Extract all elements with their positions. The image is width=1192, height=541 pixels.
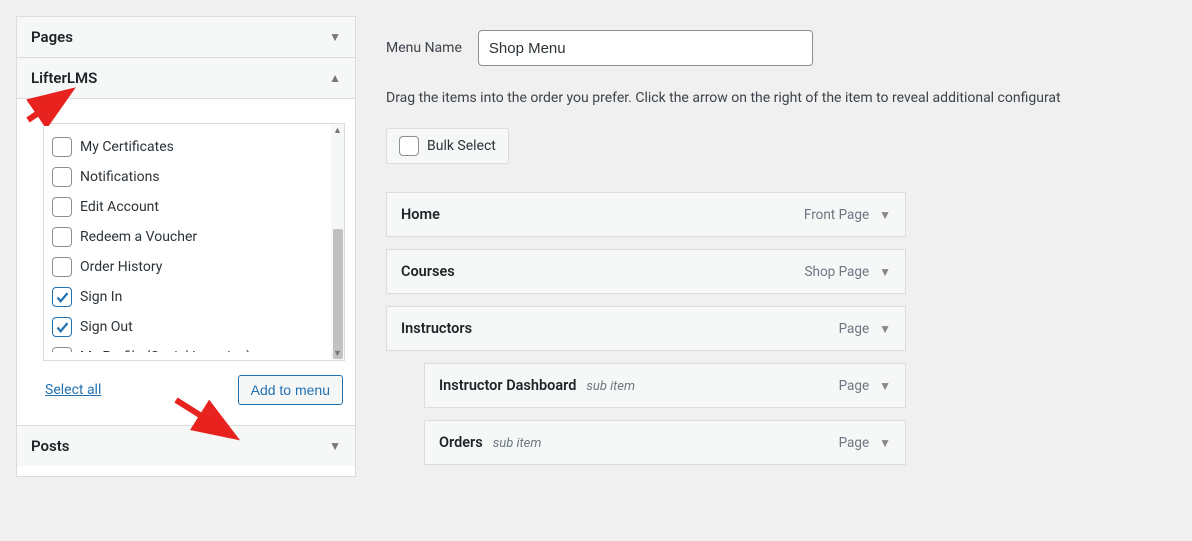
caret-down-icon: ▼ [329, 439, 341, 453]
menu-items-list: HomeFront Page▼CoursesShop Page▼Instruct… [386, 192, 906, 465]
sub-item-label: sub item [493, 436, 542, 451]
lifterlms-items-list: My Certificates Notifications Edit Account… [43, 123, 345, 361]
menu-item-title: Home [401, 206, 440, 223]
menu-item-type: Page [839, 435, 870, 451]
bulk-select-toggle[interactable]: Bulk Select [386, 128, 509, 164]
list-item[interactable]: My Certificates [52, 132, 342, 162]
scroll-up-arrow-icon[interactable]: ▲ [331, 125, 344, 136]
menu-item-title: Courses [401, 263, 455, 280]
menu-item[interactable]: Courses Shop Page ▼ [386, 249, 906, 294]
caret-down-icon: ▼ [329, 30, 341, 44]
list-item[interactable]: Order History [52, 252, 342, 282]
checkbox[interactable] [52, 137, 72, 157]
caret-down-icon[interactable]: ▼ [879, 322, 891, 336]
list-item[interactable]: Notifications [52, 162, 342, 192]
bulk-select-label: Bulk Select [427, 138, 496, 154]
list-item-label: My Profile (Social Learning) [80, 349, 251, 352]
scrollbar-thumb[interactable] [333, 229, 343, 359]
scroll-down-arrow-icon[interactable]: ▼ [331, 348, 344, 359]
caret-up-icon: ▲ [329, 71, 341, 85]
caret-down-icon[interactable]: ▼ [879, 379, 891, 393]
list-item-label: My Certificates [80, 139, 174, 155]
list-item[interactable]: Sign In [52, 282, 342, 312]
checkbox[interactable] [52, 167, 72, 187]
menu-item[interactable]: Instructors Page ▼ [386, 306, 906, 351]
checkbox[interactable] [52, 227, 72, 247]
checkbox[interactable] [52, 347, 72, 352]
panel-pages-title: Pages [31, 28, 73, 46]
add-to-menu-button[interactable]: Add to menu [238, 375, 343, 405]
menu-name-input[interactable] [478, 30, 813, 66]
list-item-label: Sign Out [80, 319, 133, 335]
checkbox[interactable] [52, 317, 72, 337]
menu-item-type: Shop Page [805, 264, 870, 280]
scrollbar[interactable]: ▲ ▼ [331, 124, 344, 360]
menu-item-type: Page [839, 378, 870, 394]
menu-item-title: Instructor Dashboard [439, 377, 576, 394]
checkbox[interactable] [52, 257, 72, 277]
menu-item[interactable]: Home Front Page ▼ [386, 192, 906, 237]
menu-item[interactable]: Orders sub item Page ▼ [424, 420, 906, 465]
menu-item-title: Orders [439, 434, 483, 451]
panel-pages-header[interactable]: Pages ▼ [17, 17, 355, 58]
menu-item[interactable]: Instructor Dashboard sub item Page ▼ [424, 363, 906, 408]
caret-down-icon[interactable]: ▼ [879, 265, 891, 279]
list-item-label: Notifications [80, 169, 160, 185]
checkbox[interactable] [52, 287, 72, 307]
sub-item-label: sub item [586, 379, 635, 394]
caret-down-icon[interactable]: ▼ [879, 208, 891, 222]
menu-item-title: Instructors [401, 320, 472, 337]
menu-instructions-text: Drag the items into the order you prefer… [386, 90, 1192, 106]
menu-source-sidebar: Pages ▼ LifterLMS ▲ My Certificates Notif… [16, 16, 356, 477]
panel-lifterlms-header[interactable]: LifterLMS ▲ [17, 58, 355, 99]
menu-item-type: Page [839, 321, 870, 337]
panel-posts-header[interactable]: Posts ▼ [17, 425, 355, 466]
select-all-link[interactable]: Select all [45, 382, 101, 398]
list-item-label: Redeem a Voucher [80, 229, 197, 245]
list-item[interactable]: Redeem a Voucher [52, 222, 342, 252]
caret-down-icon[interactable]: ▼ [879, 436, 891, 450]
panel-lifterlms-body: My Certificates Notifications Edit Account… [17, 123, 355, 425]
menu-item-type: Front Page [804, 207, 869, 223]
list-item-label: Sign In [80, 289, 122, 305]
list-item[interactable]: Edit Account [52, 192, 342, 222]
list-item[interactable]: Sign Out [52, 312, 342, 342]
checkbox[interactable] [52, 197, 72, 217]
bulk-select-checkbox[interactable] [399, 136, 419, 156]
list-item-label: Order History [80, 259, 162, 275]
list-item[interactable]: My Profile (Social Learning) [52, 342, 342, 352]
panel-lifterlms-title: LifterLMS [31, 69, 97, 87]
list-item-label: Edit Account [80, 199, 159, 215]
menu-name-label: Menu Name [386, 40, 462, 56]
panel-posts-title: Posts [31, 437, 69, 455]
menu-structure-panel: Menu Name Drag the items into the order … [386, 16, 1192, 477]
